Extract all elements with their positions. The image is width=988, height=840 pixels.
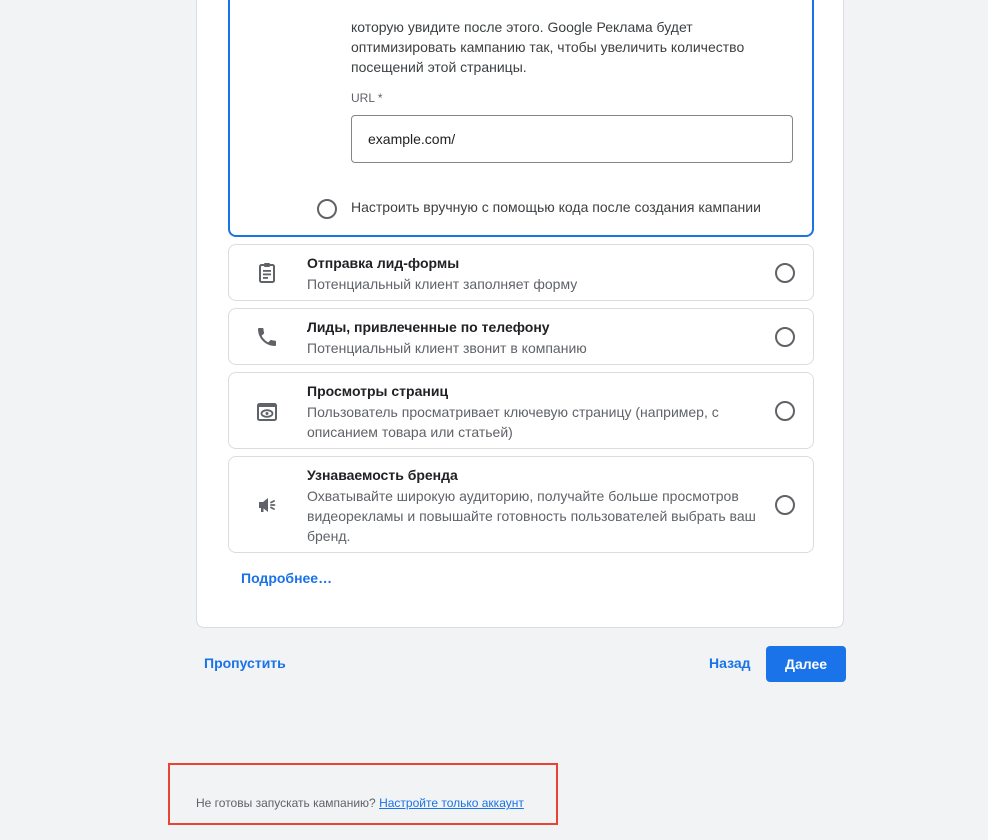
clipboard-icon	[259, 263, 275, 283]
phone-icon	[258, 328, 276, 346]
option-subtitle: Охватывайте широкую аудиторию, получайте…	[307, 488, 756, 544]
back-button[interactable]: Назад	[709, 655, 751, 671]
option-radio[interactable]	[775, 495, 795, 515]
megaphone-icon	[259, 498, 276, 512]
option-radio[interactable]	[775, 401, 795, 421]
option-page-views[interactable]: Просмотры страниц Пользователь просматри…	[228, 372, 814, 449]
option-radio[interactable]	[775, 327, 795, 347]
manual-setup-radio[interactable]	[317, 199, 337, 219]
highlight-frame	[168, 763, 558, 825]
option-subtitle: Пользователь просматривает ключевую стра…	[307, 404, 719, 440]
description-line: посещений этой страницы.	[351, 59, 527, 75]
option-title: Лиды, привлеченные по телефону	[307, 319, 550, 335]
option-title: Узнаваемость бренда	[307, 467, 458, 483]
description-line: оптимизировать кампанию так, чтобы увели…	[351, 39, 745, 55]
option-lead-form[interactable]: Отправка лид-формы Потенциальный клиент …	[228, 244, 814, 301]
next-button[interactable]: Далее	[766, 646, 846, 682]
account-only-prompt: Не готовы запускать кампанию? Настройте …	[196, 796, 524, 810]
page-view-icon	[257, 403, 277, 421]
option-subtitle: Потенциальный клиент звонит в компанию	[307, 340, 587, 356]
option-title: Отправка лид-формы	[307, 255, 460, 271]
conversion-description: … на сайте после нажатия на объявление и…	[351, 13, 791, 77]
url-input[interactable]	[351, 115, 793, 163]
option-phone-leads[interactable]: Лиды, привлеченные по телефону Потенциал…	[228, 308, 814, 365]
option-brand-awareness[interactable]: Узнаваемость бренда Охватывайте широкую …	[228, 456, 814, 553]
option-subtitle: Потенциальный клиент заполняет форму	[307, 276, 578, 292]
option-radio[interactable]	[775, 263, 795, 283]
learn-more-link[interactable]: Подробнее…	[241, 570, 332, 586]
option-title: Просмотры страниц	[307, 383, 449, 399]
skip-button[interactable]: Пропустить	[204, 655, 286, 671]
url-label: URL *	[351, 91, 383, 105]
description-line: которую увидите после этого. Google Рекл…	[351, 19, 693, 35]
account-only-link[interactable]: Настройте только аккаунт	[379, 796, 524, 810]
manual-setup-label: Настроить вручную с помощью кода после с…	[351, 199, 761, 215]
account-only-text: Не готовы запускать кампанию?	[196, 796, 376, 810]
